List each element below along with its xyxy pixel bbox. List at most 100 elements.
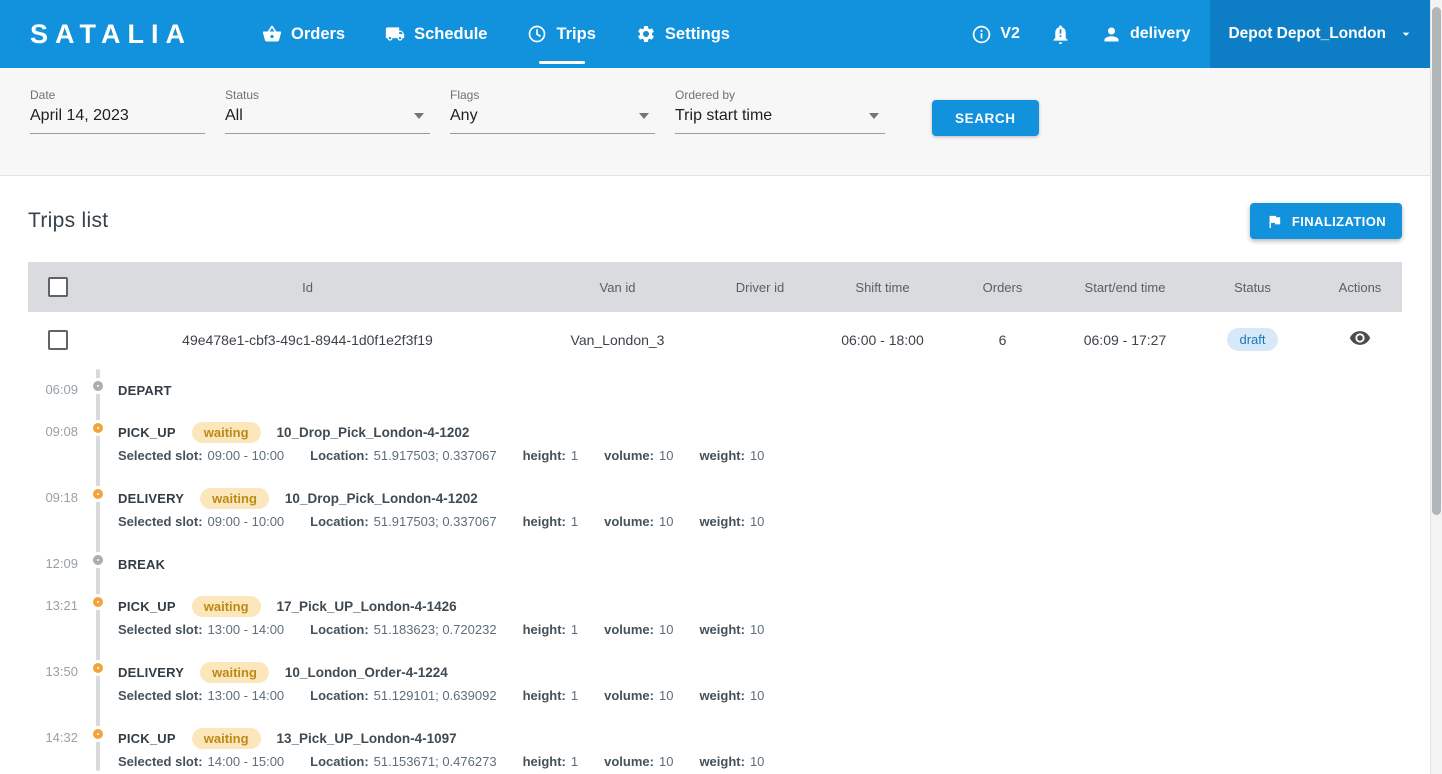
ordered-by-select[interactable]: Ordered by Trip start time <box>675 88 885 134</box>
trip-stop-pickup: 09:08 PICK_UP waiting 10_Drop_Pick_Londo… <box>28 421 1402 467</box>
view-trip-button[interactable] <box>1349 327 1371 352</box>
stop-time: 12:09 <box>28 553 78 575</box>
version-info[interactable]: V2 <box>971 24 1020 45</box>
stop-order-id: 13_Pick_UP_London-4-1097 <box>277 731 457 746</box>
stop-type: DELIVERY <box>118 491 184 506</box>
person-icon <box>1101 24 1122 45</box>
column-header-shift-time: Shift time <box>825 280 940 295</box>
weight-value: 10 <box>750 514 764 529</box>
ordered-by-value: Trip start time <box>675 107 772 125</box>
column-header-driver-id: Driver id <box>695 280 825 295</box>
basket-icon <box>262 24 282 44</box>
date-field[interactable]: Date April 14, 2023 <box>30 88 205 134</box>
height-value: 1 <box>571 754 578 769</box>
stop-type: DELIVERY <box>118 665 184 680</box>
stop-time: 14:32 <box>28 727 78 771</box>
stop-type: PICK_UP <box>118 425 176 440</box>
stop-marker-icon <box>93 597 103 607</box>
page: SATALIA Orders Schedule Trips Settings <box>0 0 1430 774</box>
depot-selector[interactable]: Depot Depot_London <box>1210 0 1430 68</box>
volume-value: 10 <box>659 514 673 529</box>
stop-status-badge: waiting <box>192 596 261 617</box>
stop-time: 09:08 <box>28 421 78 467</box>
weight-value: 10 <box>750 622 764 637</box>
slot-value: 13:00 - 14:00 <box>208 622 285 637</box>
nav-item-label: Schedule <box>414 25 487 44</box>
stop-time: 06:09 <box>28 379 78 401</box>
user-name: delivery <box>1130 25 1190 43</box>
dropdown-arrow-icon <box>414 113 424 119</box>
status-value: All <box>225 107 243 125</box>
date-label: Date <box>30 88 205 102</box>
brand-logo: SATALIA <box>30 19 192 50</box>
scrollbar-thumb[interactable] <box>1432 7 1441 515</box>
status-select[interactable]: Status All <box>225 88 430 134</box>
truck-icon <box>385 24 405 44</box>
column-header-start-end-time: Start/end time <box>1065 280 1185 295</box>
nav-menu: Orders Schedule Trips Settings <box>242 0 750 68</box>
location-value: 51.183623; 0.720232 <box>374 622 497 637</box>
nav-item-label: Trips <box>556 25 595 44</box>
stop-marker-icon <box>93 489 103 499</box>
nav-right-cluster: V2 delivery <box>971 0 1190 68</box>
stop-order-id: 17_Pick_UP_London-4-1426 <box>277 599 457 614</box>
search-button[interactable]: SEARCH <box>932 100 1039 136</box>
active-tab-indicator <box>539 61 585 64</box>
volume-value: 10 <box>659 622 673 637</box>
user-menu[interactable]: delivery <box>1101 24 1190 45</box>
bell-alert-icon <box>1050 24 1071 45</box>
weight-value: 10 <box>750 754 764 769</box>
nav-item-settings[interactable]: Settings <box>616 0 750 68</box>
stop-order-id: 10_Drop_Pick_London-4-1202 <box>277 425 470 440</box>
stop-type: BREAK <box>118 557 165 572</box>
depot-label: Depot Depot_London <box>1228 25 1386 43</box>
trip-stop-delivery: 09:18 DELIVERY waiting 10_Drop_Pick_Lond… <box>28 487 1402 533</box>
start-end-time: 06:09 - 17:27 <box>1065 332 1185 348</box>
version-label: V2 <box>1000 25 1020 43</box>
chevron-down-icon <box>1398 26 1414 42</box>
finalization-button[interactable]: FINALIZATION <box>1250 203 1402 239</box>
weight-value: 10 <box>750 448 764 463</box>
gear-icon <box>636 24 656 44</box>
volume-value: 10 <box>659 688 673 703</box>
stop-status-badge: waiting <box>192 728 261 749</box>
location-value: 51.917503; 0.337067 <box>374 514 497 529</box>
select-all-checkbox[interactable] <box>48 277 68 297</box>
stop-type: DEPART <box>118 383 172 398</box>
column-header-orders: Orders <box>940 280 1065 295</box>
finalization-label: FINALIZATION <box>1292 214 1386 229</box>
notifications-button[interactable] <box>1050 24 1071 45</box>
ordered-by-label: Ordered by <box>675 88 885 102</box>
flags-select[interactable]: Flags Any <box>450 88 655 134</box>
stop-marker-icon <box>93 423 103 433</box>
stop-status-badge: waiting <box>200 488 269 509</box>
clock-icon <box>527 24 547 44</box>
row-checkbox[interactable] <box>48 330 68 350</box>
page-scrollbar[interactable] <box>1430 0 1442 774</box>
nav-item-label: Settings <box>665 25 730 44</box>
stop-status-badge: waiting <box>192 422 261 443</box>
stop-type: PICK_UP <box>118 731 176 746</box>
column-header-status: Status <box>1185 280 1320 295</box>
nav-item-schedule[interactable]: Schedule <box>365 0 507 68</box>
slot-value: 09:00 - 10:00 <box>208 448 285 463</box>
slot-value: 13:00 - 14:00 <box>208 688 285 703</box>
slot-value: 09:00 - 10:00 <box>208 514 285 529</box>
location-value: 51.917503; 0.337067 <box>374 448 497 463</box>
van-id: Van_London_3 <box>540 332 695 348</box>
column-header-van-id: Van id <box>540 280 695 295</box>
height-value: 1 <box>571 688 578 703</box>
trip-id: 49e478e1-cbf3-49c1-8944-1d0f1e2f3f19 <box>75 332 540 348</box>
dropdown-arrow-icon <box>639 113 649 119</box>
stop-time: 09:18 <box>28 487 78 533</box>
stop-marker-icon <box>93 663 103 673</box>
trip-stop-pickup: 13:21 PICK_UP waiting 17_Pick_UP_London-… <box>28 595 1402 641</box>
filter-bar: Date April 14, 2023 Status All Flags Any… <box>0 68 1430 176</box>
stop-order-id: 10_Drop_Pick_London-4-1202 <box>285 491 478 506</box>
main-content: Trips list FINALIZATION Id Van id Driver… <box>0 202 1430 771</box>
nav-item-orders[interactable]: Orders <box>242 0 365 68</box>
flags-value: Any <box>450 107 478 125</box>
nav-item-trips[interactable]: Trips <box>507 0 615 68</box>
trip-timeline: 06:09 DEPART 09:08 PICK_UP waiting 10_Dr… <box>28 367 1402 771</box>
table-header: Id Van id Driver id Shift time Orders St… <box>28 262 1402 312</box>
